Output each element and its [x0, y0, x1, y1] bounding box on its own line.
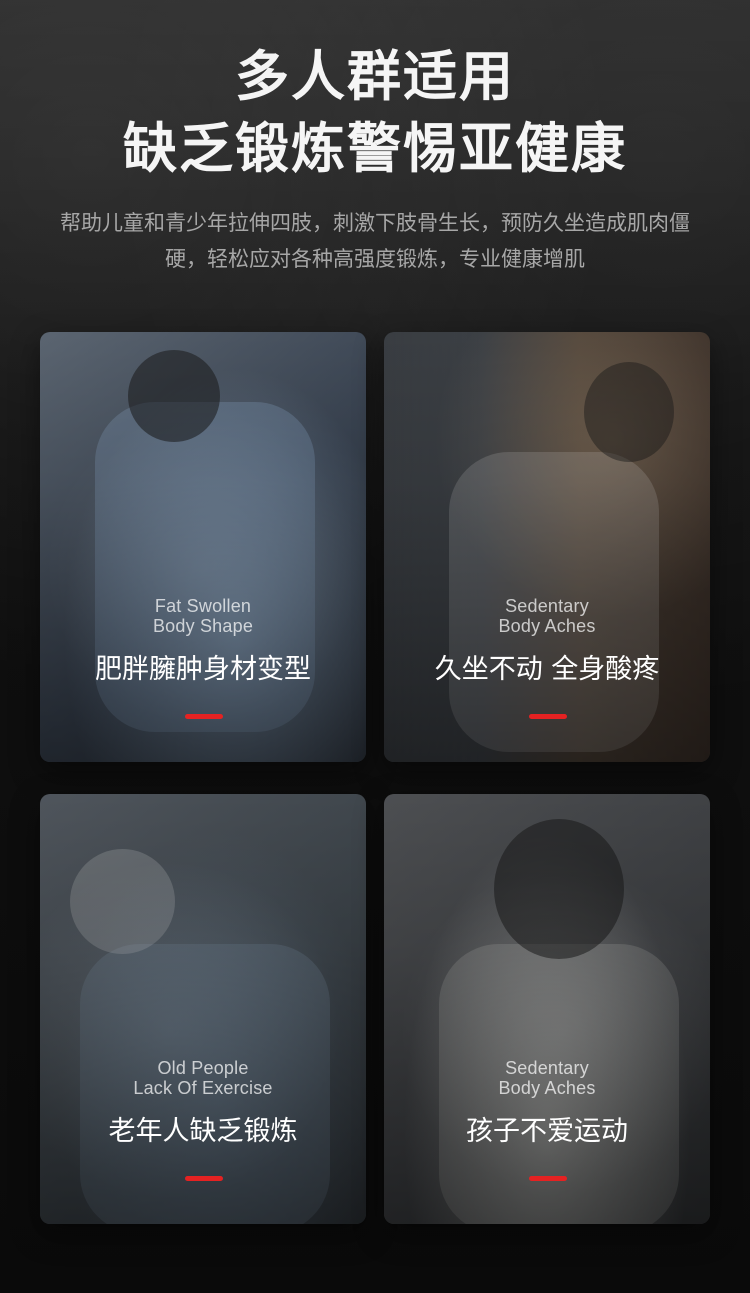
card-english-line-2: Body Shape	[152, 616, 254, 636]
red-accent-bar	[185, 1176, 223, 1181]
card-english-line-2: Body Aches	[498, 1078, 596, 1098]
photo-shade-overlay	[40, 794, 366, 1224]
red-accent-bar	[529, 1176, 567, 1181]
card-english-line-2: Lack Of Exercise	[133, 1078, 273, 1098]
header: 多人群适用 缺乏锻炼警惕亚健康 帮助儿童和青少年拉伸四肢，刺激下肢骨生长，预防久…	[0, 0, 750, 320]
card-english-text: Old People Lack Of Exercise	[40, 1058, 366, 1098]
red-accent-bar	[529, 714, 567, 719]
card-chinese-title: 孩子不爱运动	[466, 1116, 628, 1147]
card-english-line-1: Sedentary	[505, 596, 589, 616]
card-english-text: Sedentary Body Aches	[384, 596, 710, 636]
photo-shade-overlay	[40, 332, 366, 762]
card-english-text: Fat Swollen Body Shape	[40, 596, 366, 636]
audience-card-fat-swollen: Fat Swollen Body Shape 肥胖臃肿身材变型	[40, 332, 366, 762]
page-title-line-2: 缺乏锻炼警惕亚健康	[123, 117, 627, 180]
card-chinese-title: 老年人缺乏锻炼	[108, 1116, 298, 1147]
card-english-line-1: Sedentary	[505, 1058, 589, 1078]
audience-grid: Fat Swollen Body Shape 肥胖臃肿身材变型 Sedentar…	[40, 332, 710, 1227]
audience-card-old-people: Old People Lack Of Exercise 老年人缺乏锻炼	[40, 794, 366, 1224]
audience-card-children: Sedentary Body Aches 孩子不爱运动	[384, 794, 710, 1224]
card-chinese-title: 肥胖臃肿身材变型	[95, 654, 311, 685]
card-chinese-title: 久坐不动 全身酸疼	[434, 654, 660, 685]
photo-shade-overlay	[384, 794, 710, 1224]
red-accent-bar	[185, 714, 223, 719]
card-english-line-1: Old People	[157, 1058, 249, 1078]
card-english-line-1: Fat Swollen	[154, 596, 252, 616]
audience-card-sedentary-1: Sedentary Body Aches 久坐不动 全身酸疼	[384, 332, 710, 762]
page-title-line-1: 多人群适用	[235, 45, 515, 108]
card-english-line-2: Body Aches	[498, 616, 596, 636]
card-english-text: Sedentary Body Aches	[384, 1058, 710, 1098]
photo-shade-overlay	[384, 332, 710, 762]
page-subtitle: 帮助儿童和青少年拉伸四肢，刺激下肢骨生长，预防久坐造成肌肉僵硬，轻松应对各种高强…	[60, 211, 690, 271]
